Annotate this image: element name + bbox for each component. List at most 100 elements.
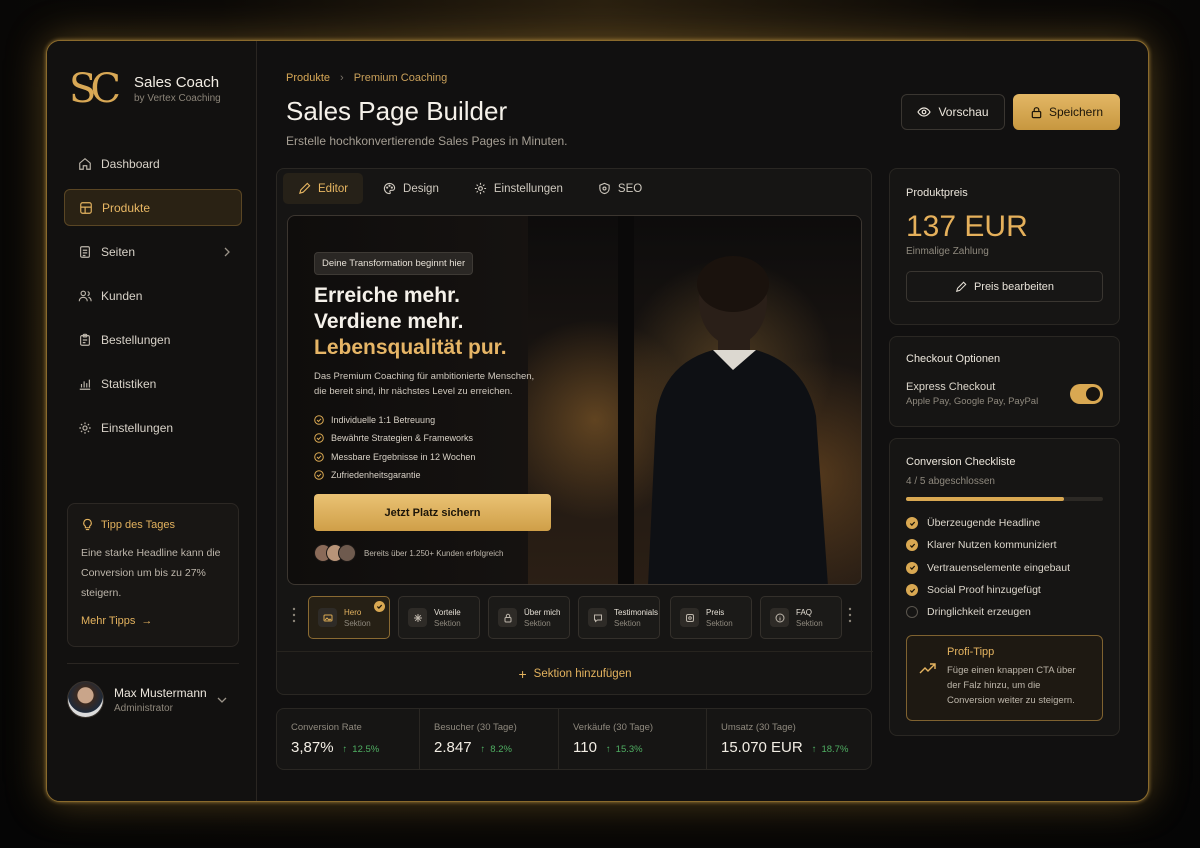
checklist-label: Social Proof hinzugefügt [927, 584, 1041, 597]
breadcrumb: Produkte › Premium Coaching [286, 72, 447, 84]
checklist-item[interactable]: Dringlichkeit erzeugen [906, 601, 1103, 623]
stat-row: 2.847 ↑ 8.2% [434, 739, 544, 756]
checklist-item[interactable]: Überzeugende Headline [906, 512, 1103, 534]
checklist-label: Klarer Nutzen kommuniziert [927, 539, 1057, 552]
section-card-testimonials[interactable]: Testimonials Sektion [578, 596, 660, 639]
tab-seo[interactable]: SEO [583, 173, 657, 204]
chevron-right-icon [224, 247, 230, 256]
sidebar-item-label: Dashboard [101, 156, 160, 171]
stat-value: 2.847 [434, 739, 472, 756]
pencil-icon [299, 182, 311, 194]
more-tips-link[interactable]: Mehr Tipps → [81, 615, 225, 627]
stat-label: Conversion Rate [291, 722, 362, 733]
page-title: Sales Page Builder [286, 96, 508, 126]
save-label: Speichern [1048, 105, 1104, 119]
checklist-item[interactable]: Social Proof hinzugefügt [906, 579, 1103, 601]
benefit-label: Zufriedenheitsgarantie [331, 470, 421, 481]
benefit-label: Individuelle 1:1 Betreuung [331, 415, 436, 426]
hero-preview[interactable]: Deine Transformation beginnt hier Erreic… [287, 215, 862, 585]
section-text: Über mich Sektion [524, 608, 560, 628]
user-menu[interactable]: Max Mustermann Administrator [67, 663, 239, 718]
stat-row: 110 ↑ 15.3% [573, 739, 692, 756]
businessman-image [648, 256, 828, 584]
sidebar-item-label: Kunden [101, 288, 143, 303]
home-icon [79, 157, 91, 170]
sidebar-item-dashboard[interactable]: Dashboard [64, 145, 242, 182]
hero-line-1: Erreiche mehr. [314, 284, 460, 307]
benefit-item: Messbare Ergebnisse in 12 Wochen [314, 448, 475, 466]
checklist-item[interactable]: Vertrauenselemente eingebaut [906, 557, 1103, 579]
avatar [338, 544, 356, 562]
sidebar-item-label: Seiten [101, 244, 136, 259]
hero-benefits: Individuelle 1:1 Betreuung Bewährte Stra… [314, 411, 475, 484]
checklist-label: Dringlichkeit erzeugen [927, 606, 1031, 619]
breadcrumb-parent[interactable]: Produkte [286, 72, 330, 84]
tab-design[interactable]: Design [368, 173, 454, 204]
tip-header: Tipp des Tages [81, 518, 225, 531]
hero-description: Das Premium Coaching für ambitionierte M… [314, 371, 535, 397]
sidebar-item-einstellungen[interactable]: Einstellungen [64, 409, 242, 446]
window-frame [618, 216, 634, 584]
express-checkout-toggle[interactable] [1070, 384, 1103, 404]
section-title: Hero [344, 607, 362, 617]
social-proof-text: Bereits über 1.250+ Kunden erfolgreich [364, 548, 504, 558]
sidebar-item-seiten[interactable]: Seiten [64, 233, 242, 270]
sidebar-item-kunden[interactable]: Kunden [64, 277, 242, 314]
checklist-progress-bar [906, 497, 1103, 501]
pro-tip-text: Füge einen knappen CTA über der Falz hin… [947, 665, 1076, 707]
edit-price-button[interactable]: Preis bearbeiten [906, 271, 1103, 302]
brand-subtitle: by Vertex Coaching [134, 93, 221, 104]
add-section-button[interactable]: + Sektion hinzufügen [277, 651, 873, 695]
hero-line-3: Lebensqualität pur. [314, 336, 507, 359]
checklist-label: Überzeugende Headline [927, 517, 1041, 530]
trend-up-icon: ↑ [480, 744, 486, 755]
plus-icon: + [518, 665, 527, 682]
user-role: Administrator [114, 702, 173, 714]
section-card-faq[interactable]: FAQ Sektion [760, 596, 842, 639]
benefit-label: Messbare Ergebnisse in 12 Wochen [331, 451, 476, 462]
chart-icon [79, 379, 91, 390]
more-vertical-icon[interactable] [848, 607, 852, 623]
hero-badge: Deine Transformation beginnt hier [314, 252, 474, 275]
section-sub: Sektion [344, 618, 371, 628]
hero-cta-button[interactable]: Jetzt Platz sichern [314, 494, 551, 531]
section-card-ueber-mich[interactable]: Über mich Sektion [488, 596, 570, 639]
section-card-vorteile[interactable]: Vorteile Sektion [398, 596, 480, 639]
benefit-item: Bewährte Strategien & Frameworks [314, 429, 475, 447]
trend-up-icon: ↑ [605, 744, 611, 755]
benefit-item: Individuelle 1:1 Betreuung [314, 411, 475, 429]
section-title: Vorteile [434, 607, 461, 617]
drag-handle-icon[interactable] [292, 607, 296, 623]
sidebar-item-bestellungen[interactable]: Bestellungen [64, 321, 242, 358]
price-title: Produktpreis [906, 187, 968, 199]
preview-button[interactable]: Vorschau [901, 94, 1005, 130]
box-icon [80, 201, 92, 214]
save-button[interactable]: Speichern [1013, 94, 1120, 130]
section-card-preis[interactable]: Preis Sektion [670, 596, 752, 639]
section-strip: Hero Sektion Vorteile Sektion Über mich Sek… [287, 593, 862, 643]
stat-sales: Verkäufe (30 Tage) 110 ↑ 15.3% [559, 709, 707, 769]
sidebar-item-produkte[interactable]: Produkte [64, 189, 242, 226]
editor-tabs: Editor Design Einstellungen SEO [283, 173, 662, 204]
arrow-right-icon: → [141, 615, 153, 627]
sidebar: SC Sales Coach by Vertex Coaching Dashbo… [47, 41, 257, 801]
gear-icon [474, 182, 486, 195]
section-text: Testimonials Sektion [614, 608, 658, 628]
tag-icon [680, 608, 699, 627]
sidebar-item-statistiken[interactable]: Statistiken [64, 365, 242, 402]
lightbulb-icon [83, 518, 92, 531]
checkout-title: Checkout Optionen [906, 353, 1001, 365]
page-icon [80, 245, 90, 258]
section-title: FAQ [796, 607, 813, 617]
section-card-hero[interactable]: Hero Sektion [308, 596, 390, 639]
checklist-item[interactable]: Klarer Nutzen kommuniziert [906, 534, 1103, 556]
user-info: Max Mustermann Administrator [114, 686, 217, 714]
price-value: 137 EUR [906, 210, 1028, 243]
price-card: Produktpreis 137 EUR Einmalige Zahlung P… [889, 168, 1120, 325]
tab-editor[interactable]: Editor [283, 173, 364, 204]
tab-label: Einstellungen [493, 182, 563, 195]
tip-title: Tipp des Tages [101, 518, 175, 531]
users-icon [78, 290, 92, 301]
tab-label: Editor [318, 182, 349, 195]
tab-settings[interactable]: Einstellungen [459, 173, 578, 204]
